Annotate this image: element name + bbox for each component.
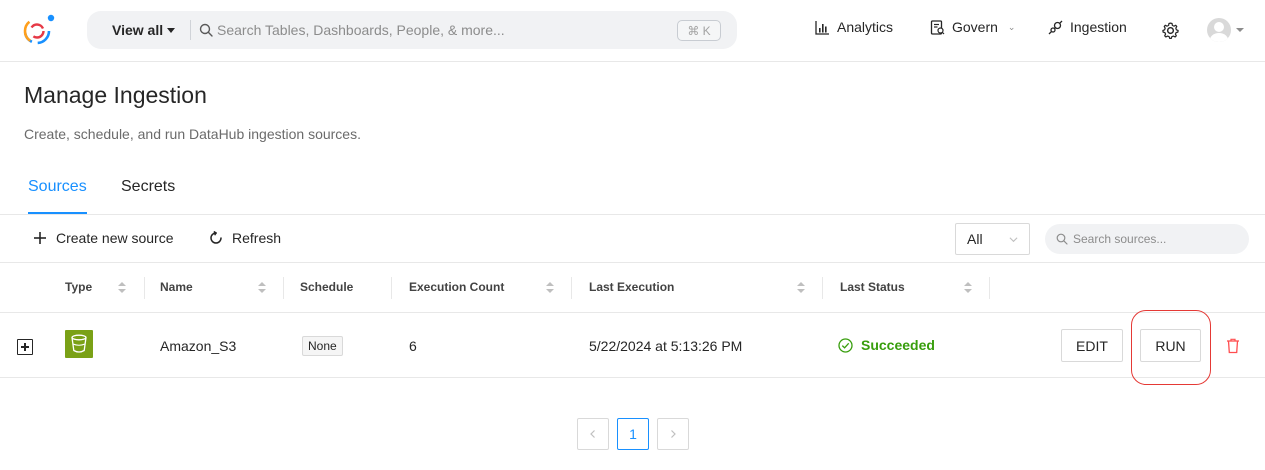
run-button-highlight [1131,310,1211,385]
bucket-icon [71,334,87,353]
tab-sources[interactable]: Sources [28,178,87,214]
avatar [1207,18,1231,42]
search-icon [199,23,213,37]
column-divider [571,277,572,299]
create-new-source-label: Create new source [56,230,174,246]
nav-analytics[interactable]: Analytics [815,19,893,35]
chevron-down-icon [1009,236,1018,242]
nav-govern-label: Govern [952,19,998,35]
status-label: Succeeded [861,337,935,353]
chevron-left-icon [590,430,595,438]
nav-ingestion-label: Ingestion [1070,19,1127,35]
execution-count: 6 [409,338,417,354]
user-menu[interactable] [1207,18,1244,42]
global-search-bar: View all ⌘ K [87,11,737,49]
column-divider [283,277,284,299]
page-subtitle: Create, schedule, and run DataHub ingest… [24,126,361,142]
create-new-source-button[interactable]: Create new source [33,230,174,246]
nav-analytics-label: Analytics [837,19,894,35]
source-search-box [1045,224,1249,254]
sort-icon[interactable] [546,282,554,294]
column-divider [144,277,145,299]
status-badge[interactable]: Succeeded [838,337,935,353]
pagination-prev-button[interactable] [577,418,609,450]
delete-trash-icon[interactable] [1226,338,1240,354]
global-search-input[interactable] [217,18,667,42]
bar-chart-icon [815,20,829,35]
pagination-page-1[interactable]: 1 [617,418,649,450]
search-divider [190,20,191,40]
nav-govern[interactable]: Govern ⌄ [930,19,1015,35]
view-all-dropdown[interactable]: View all [112,22,176,38]
pagination-next-button[interactable] [657,418,689,450]
sort-icon[interactable] [118,282,126,294]
column-header-type[interactable]: Type [65,280,92,294]
settings-gear-icon[interactable] [1161,21,1180,40]
expand-row-button[interactable] [17,339,33,355]
source-search-input[interactable] [1073,228,1241,250]
chevron-down-icon: ⌄ [1007,21,1016,32]
plus-icon [34,232,46,244]
sort-icon[interactable] [258,282,266,294]
sources-toolbar: Create new source Refresh All [0,215,1265,262]
table-header: Type Name Schedule Execution Count Last … [0,262,1265,313]
status-filter-value: All [967,231,983,247]
edit-button[interactable]: EDIT [1061,329,1123,362]
column-header-last-status[interactable]: Last Status [840,280,905,294]
status-filter-select[interactable]: All [955,223,1030,255]
refresh-button[interactable]: Refresh [209,230,281,246]
column-header-schedule: Schedule [300,280,354,294]
caret-down-icon [167,28,176,33]
document-audit-icon [930,19,945,35]
table-row: Amazon_S3 None 6 5/22/2024 at 5:13:26 PM… [0,313,1265,378]
column-divider [391,277,392,299]
check-circle-icon [838,337,853,353]
page-title: Manage Ingestion [24,82,207,108]
column-header-execution-count[interactable]: Execution Count [409,280,504,294]
source-name: Amazon_S3 [160,338,237,354]
caret-down-icon [1236,28,1244,32]
column-divider [822,277,823,299]
api-plug-icon [1048,20,1063,34]
s3-bucket-icon [65,330,93,358]
view-all-label: View all [112,22,164,38]
tab-bar: Sources Secrets [0,170,1265,215]
last-execution-time: 5/22/2024 at 5:13:26 PM [589,338,743,354]
datahub-logo[interactable] [18,11,58,49]
column-header-last-execution[interactable]: Last Execution [589,280,674,294]
column-divider [989,277,990,299]
tab-secrets[interactable]: Secrets [121,178,175,206]
refresh-icon [210,231,222,244]
search-shortcut-badge: ⌘ K [677,20,721,41]
sort-icon[interactable] [964,282,972,294]
refresh-label: Refresh [232,230,282,246]
nav-ingestion[interactable]: Ingestion [1048,19,1127,35]
chevron-right-icon [671,430,676,438]
top-navigation: View all ⌘ K Analytics Govern ⌄ [0,0,1265,62]
schedule-tag: None [302,336,343,356]
column-header-name[interactable]: Name [160,280,193,294]
search-icon [1056,233,1068,245]
sort-icon[interactable] [797,282,805,294]
